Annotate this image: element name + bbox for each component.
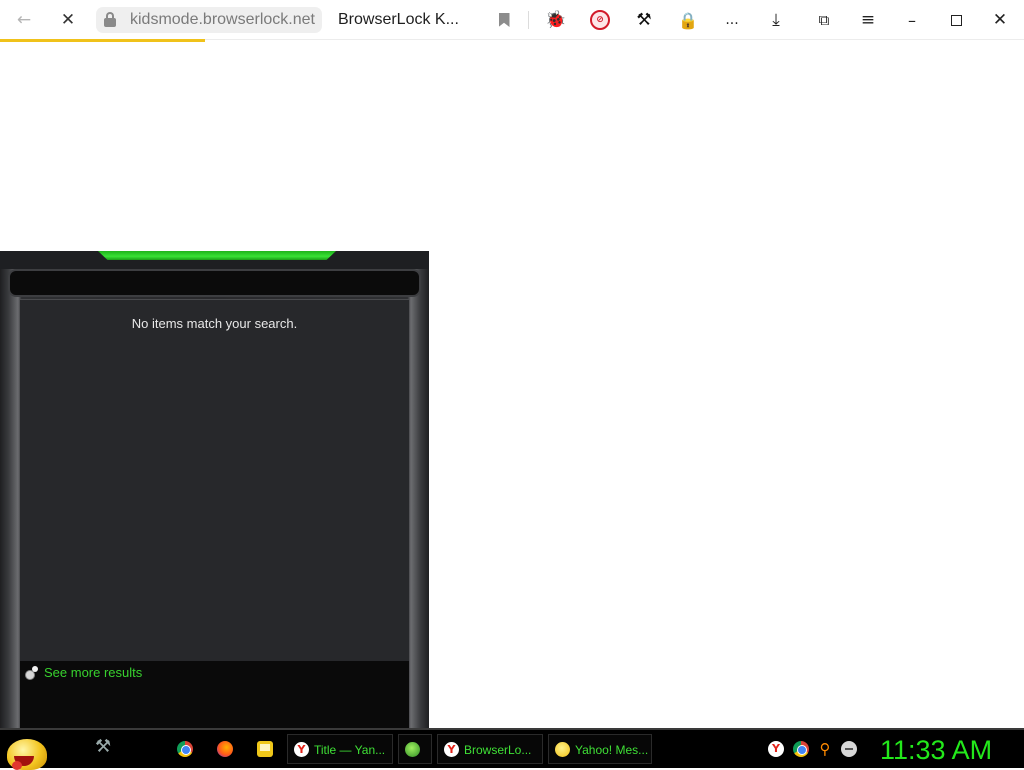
overflow-menu[interactable]: ... bbox=[720, 8, 744, 32]
notes-icon[interactable] bbox=[257, 741, 273, 757]
yandex-icon: Y bbox=[444, 742, 459, 757]
taskbar: ⚒ Y Title — Yan... Y BrowserLo... Yahoo!… bbox=[0, 728, 1024, 770]
page-load-progress-bar bbox=[0, 39, 205, 42]
url-text[interactable]: kidsmode.browserlock.net bbox=[130, 11, 315, 29]
yandex-icon: Y bbox=[294, 742, 309, 757]
minimize-icon[interactable]: – bbox=[900, 8, 924, 32]
taskbar-item-yandex-title[interactable]: Y Title — Yan... bbox=[287, 734, 393, 764]
menu-icon[interactable]: ≡ bbox=[856, 8, 880, 32]
toolbar-divider bbox=[528, 11, 529, 29]
tab-title[interactable]: BrowserLock K... bbox=[338, 11, 459, 29]
panel-glow-accent bbox=[98, 251, 336, 260]
taskbar-item-app[interactable] bbox=[398, 734, 432, 764]
panel-footer: See more results bbox=[20, 661, 409, 728]
bookmark-icon[interactable] bbox=[492, 8, 516, 32]
system-clock[interactable]: 11:33 AM bbox=[880, 735, 992, 766]
chrome-icon[interactable] bbox=[177, 741, 193, 757]
messenger-icon[interactable] bbox=[841, 741, 857, 757]
download-icon[interactable]: ⤓ bbox=[764, 8, 788, 32]
yandex-icon[interactable]: Y bbox=[768, 741, 784, 757]
maximize-icon[interactable] bbox=[944, 8, 968, 32]
browser-toolbar: ← ✕ kidsmode.browserlock.net BrowserLock… bbox=[0, 0, 1024, 40]
see-more-results-link[interactable]: See more results bbox=[44, 665, 142, 680]
close-icon[interactable]: ✕ bbox=[988, 8, 1012, 32]
start-button[interactable] bbox=[7, 739, 47, 770]
search-results-icon bbox=[25, 666, 39, 680]
lock-icon[interactable] bbox=[103, 12, 117, 28]
yahoo-messenger-icon bbox=[555, 742, 570, 757]
address-bar[interactable]: kidsmode.browserlock.net bbox=[96, 7, 322, 33]
empty-results-message: No items match your search. bbox=[131, 316, 298, 331]
stop-loading-icon[interactable]: ✕ bbox=[56, 8, 80, 32]
results-area: No items match your search. bbox=[20, 299, 409, 661]
padlock-icon[interactable]: 🔒 bbox=[676, 8, 700, 32]
task-label: Title — Yan... bbox=[314, 743, 386, 757]
taskbar-item-browserlock[interactable]: Y BrowserLo... bbox=[437, 734, 543, 764]
quick-launch-tool-icon[interactable]: ⚒ bbox=[95, 736, 125, 760]
firefox-icon[interactable] bbox=[217, 741, 233, 757]
collections-icon[interactable]: ⧉ bbox=[812, 8, 836, 32]
ladybug-icon[interactable]: 🐞 bbox=[544, 8, 568, 32]
search-panel: No items match your search. See more res… bbox=[0, 251, 429, 728]
tools-icon[interactable]: ⚒ bbox=[632, 8, 656, 32]
taskbar-item-yahoo-messenger[interactable]: Yahoo! Mes... bbox=[548, 734, 652, 764]
task-label: BrowserLo... bbox=[464, 743, 532, 757]
app-icon bbox=[405, 742, 420, 757]
back-arrow-icon[interactable]: ← bbox=[12, 8, 36, 32]
block-icon[interactable]: ⊘ bbox=[588, 8, 612, 32]
search-input[interactable] bbox=[8, 269, 421, 297]
chrome-icon[interactable] bbox=[793, 741, 809, 757]
task-label: Yahoo! Mes... bbox=[575, 743, 649, 757]
search-icon[interactable]: ⚲ bbox=[817, 741, 833, 757]
